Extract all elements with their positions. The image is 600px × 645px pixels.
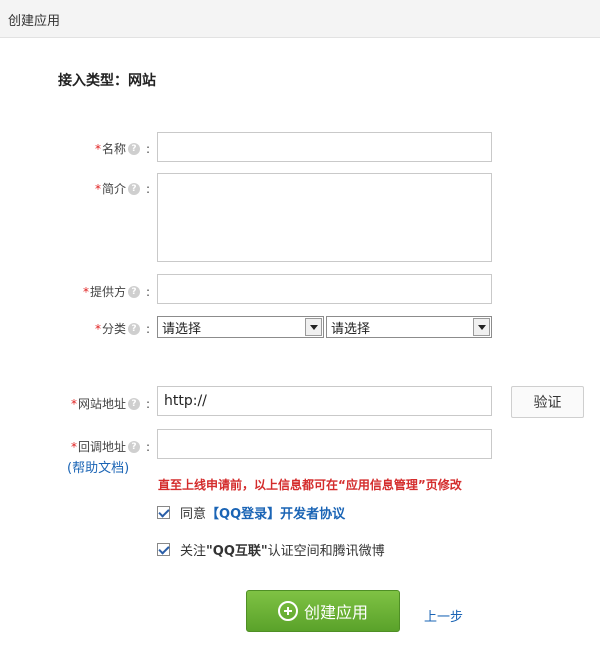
- prev-step-link[interactable]: 上一步: [424, 606, 463, 625]
- follow-checkbox[interactable]: [157, 543, 170, 556]
- help-icon[interactable]: ?: [127, 440, 140, 453]
- verify-button[interactable]: 验证: [511, 386, 584, 418]
- colon: :: [145, 141, 150, 156]
- help-icon[interactable]: ?: [127, 322, 140, 335]
- developer-agreement-link[interactable]: 【QQ登录】开发者协议: [206, 503, 345, 522]
- required-mark: *: [94, 141, 101, 156]
- agree-checkbox[interactable]: [157, 506, 170, 519]
- name-label: * 名称 ? :: [95, 140, 150, 157]
- site-url-value: http://: [164, 393, 207, 409]
- category-select-secondary[interactable]: 请选择: [326, 316, 492, 338]
- help-doc-link[interactable]: (帮助文档): [67, 457, 129, 476]
- help-icon[interactable]: ?: [127, 142, 140, 155]
- name-input[interactable]: [157, 132, 492, 162]
- edit-notice: 直至上线申请前，以上信息都可在“应用信息管理”页修改: [158, 478, 462, 492]
- category-label-text: 分类: [101, 322, 126, 336]
- help-icon[interactable]: ?: [127, 182, 140, 195]
- page-title: 创建应用: [8, 14, 61, 29]
- category-label: * 分类 ? :: [95, 320, 150, 337]
- site-url-label-text: 网站地址: [77, 397, 126, 411]
- category-select-secondary-value: 请选择: [331, 321, 371, 337]
- create-app-button-label: 创建应用: [303, 603, 368, 622]
- name-label-text: 名称: [101, 142, 126, 156]
- help-icon[interactable]: ?: [127, 397, 140, 410]
- top-bar: 创建应用: [0, 0, 600, 38]
- required-mark: *: [94, 321, 101, 336]
- intro-label-text: 简介: [101, 182, 126, 196]
- follow-text-2: "QQ互联": [206, 544, 268, 559]
- colon: :: [145, 439, 150, 454]
- required-mark: *: [94, 181, 101, 196]
- site-url-input[interactable]: http://: [157, 386, 492, 416]
- provider-label: * 提供方 ? :: [83, 283, 150, 300]
- required-mark: *: [70, 439, 77, 454]
- provider-label-text: 提供方: [89, 285, 126, 299]
- colon: :: [145, 181, 150, 196]
- callback-url-label-text: 回调地址: [77, 440, 126, 454]
- access-type-title: 接入类型：网站: [58, 73, 156, 89]
- callback-url-input[interactable]: [157, 429, 492, 459]
- provider-input[interactable]: [157, 274, 492, 304]
- help-icon[interactable]: ?: [127, 285, 140, 298]
- follow-text-1: 关注: [180, 544, 207, 559]
- required-mark: *: [70, 396, 77, 411]
- category-select-primary[interactable]: 请选择: [157, 316, 324, 338]
- intro-label: * 简介 ? :: [95, 180, 150, 197]
- dropdown-arrow-icon[interactable]: [473, 318, 490, 336]
- site-url-label: * 网站地址 ? :: [71, 395, 150, 412]
- agree-row: 同意 【QQ登录】开发者协议: [157, 503, 345, 522]
- dropdown-arrow-icon[interactable]: [305, 318, 322, 336]
- create-app-button[interactable]: 创建应用: [246, 590, 400, 632]
- colon: :: [145, 396, 150, 411]
- category-select-primary-value: 请选择: [162, 321, 202, 337]
- callback-url-label: * 回调地址 ? :: [71, 438, 150, 455]
- plus-circle-icon: [277, 601, 298, 621]
- intro-textarea[interactable]: [157, 173, 492, 262]
- colon: :: [145, 321, 150, 336]
- follow-row: 关注 "QQ互联" 认证空间和腾讯微博: [157, 540, 385, 559]
- agree-prefix: 同意: [180, 507, 207, 522]
- colon: :: [145, 284, 150, 299]
- follow-text-3: 认证空间和腾讯微博: [267, 544, 385, 559]
- required-mark: *: [82, 284, 89, 299]
